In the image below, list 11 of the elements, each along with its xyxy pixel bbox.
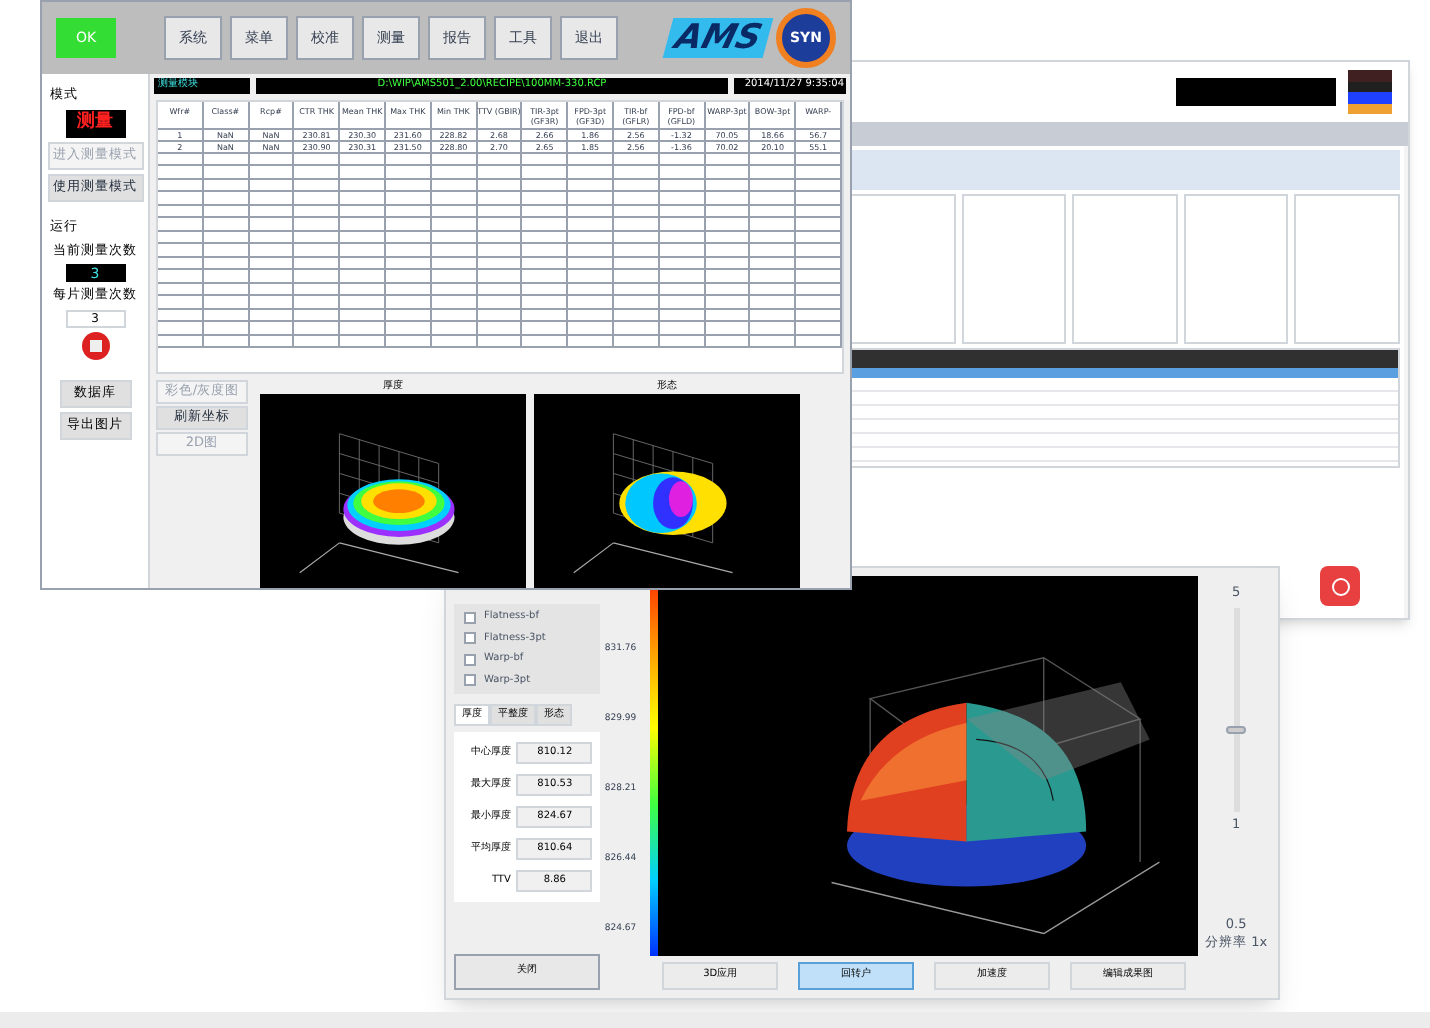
power-button[interactable] (1320, 566, 1360, 606)
checkbox[interactable] (464, 611, 476, 624)
checkbox[interactable] (464, 674, 476, 687)
checkbox[interactable] (464, 653, 476, 666)
stop-button[interactable] (81, 332, 109, 360)
mode-display: 测量 (65, 109, 125, 138)
logo-wordmark: AMS (662, 18, 774, 58)
wafer-surface (343, 478, 455, 544)
wafer-surface (619, 470, 727, 534)
checkbox[interactable] (464, 632, 476, 645)
color-legend-drawing (1348, 70, 1392, 114)
